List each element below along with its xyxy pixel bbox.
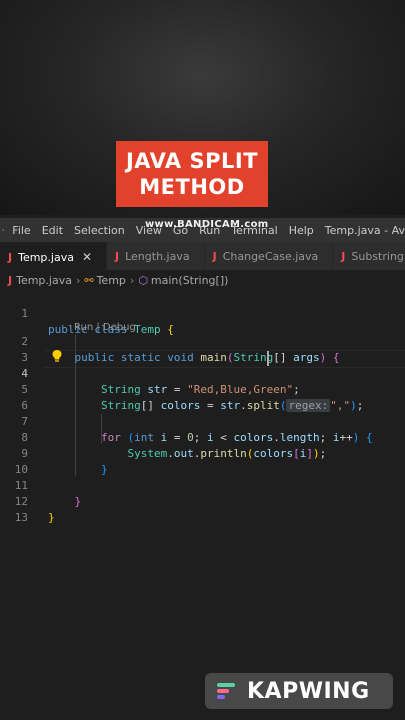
kapwing-logo-icon bbox=[217, 683, 235, 699]
chevron-right-icon: › bbox=[129, 273, 135, 287]
java-file-icon: J bbox=[115, 249, 120, 263]
code-line: 8 System.out.println(colors[i]); bbox=[0, 414, 405, 460]
title-line-1: JAVA SPLIT bbox=[125, 149, 259, 173]
video-title-overlay: JAVA SPLIT METHOD bbox=[116, 141, 268, 207]
tab-temp-java[interactable]: J Temp.java ✕ bbox=[0, 242, 108, 270]
tab-length-java[interactable]: J Length.java bbox=[107, 242, 205, 270]
tab-label: Length.java bbox=[125, 249, 190, 263]
menu-help[interactable]: Help bbox=[289, 224, 314, 237]
tab-label: Temp.java bbox=[18, 250, 74, 264]
line-number: 13 bbox=[14, 511, 28, 524]
code-line: 10 bbox=[0, 446, 405, 476]
code-line: 9 } bbox=[0, 430, 405, 476]
code-line: 12 } bbox=[0, 478, 405, 524]
window-title: Temp.java - Av bbox=[324, 223, 405, 237]
editor-watermark: KAPWING bbox=[205, 673, 393, 709]
code-line: 11 } bbox=[0, 462, 405, 508]
class-icon: ⚯ bbox=[84, 273, 94, 287]
code-line: 7 for (int i = 0; i < colors.length; i++… bbox=[0, 398, 405, 444]
code-line: 5 String[] colors = str.split(regex: ",")… bbox=[0, 366, 405, 412]
code-line: 3 bbox=[0, 334, 405, 364]
java-file-icon: J bbox=[8, 273, 13, 287]
tab-substring-java[interactable]: J Substring.j bbox=[333, 242, 405, 270]
code-line: 6 bbox=[0, 382, 405, 412]
menu-selection[interactable]: Selection bbox=[74, 224, 125, 237]
java-file-icon: J bbox=[8, 250, 13, 264]
code-line: 13 bbox=[0, 494, 405, 524]
code-line: 2 public static void main(String[] args)… bbox=[0, 318, 405, 364]
editor-tabs: J Temp.java ✕ J Length.java J ChangeCase… bbox=[0, 242, 405, 270]
title-line-2: METHOD bbox=[139, 175, 245, 199]
chevron-right-icon: › bbox=[75, 273, 81, 287]
java-file-icon: J bbox=[341, 249, 346, 263]
method-icon: ⬡ bbox=[138, 273, 148, 287]
lightbulb-icon[interactable] bbox=[51, 349, 63, 363]
breadcrumb-method[interactable]: main(String[]) bbox=[151, 274, 228, 287]
breadcrumb: J Temp.java › ⚯ Temp › ⬡ main(String[]) bbox=[0, 270, 405, 290]
kapwing-text: KAPWING bbox=[247, 678, 370, 704]
menu-edit[interactable]: Edit bbox=[42, 224, 63, 237]
breadcrumb-class[interactable]: Temp bbox=[97, 274, 126, 287]
close-icon[interactable]: ✕ bbox=[82, 250, 92, 264]
tab-changecase-java[interactable]: J ChangeCase.java bbox=[204, 242, 334, 270]
breadcrumb-file[interactable]: Temp.java bbox=[16, 274, 72, 287]
tab-label: ChangeCase.java bbox=[222, 249, 319, 263]
recorder-watermark: www.BANDICAM.com bbox=[145, 219, 269, 230]
vscode-logo-icon bbox=[2, 229, 5, 231]
text-cursor bbox=[267, 351, 269, 366]
tab-label: Substring.j bbox=[351, 249, 405, 263]
menu-file[interactable]: File bbox=[12, 224, 30, 237]
java-file-icon: J bbox=[212, 249, 217, 263]
code-text: } bbox=[48, 511, 55, 524]
